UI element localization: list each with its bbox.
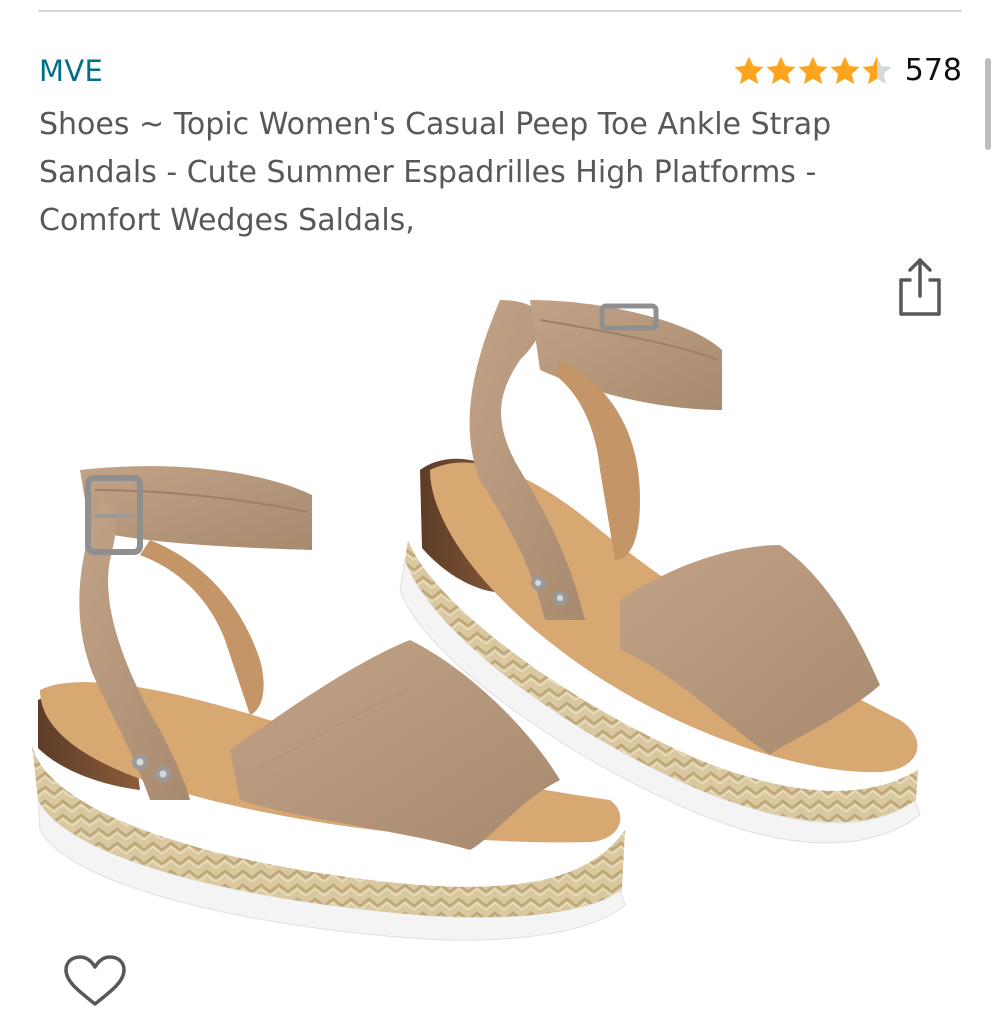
rating-count[interactable]: 578 [905,53,962,88]
heart-outline-icon [64,955,126,1006]
brand-link[interactable]: MVE [39,54,103,88]
product-image[interactable] [0,280,1000,950]
scrollbar-thumb[interactable] [985,58,991,150]
stars-icon [734,56,892,84]
star-rating [733,55,893,87]
top-divider [38,10,962,12]
sandals-image [32,300,921,941]
rating-summary[interactable]: 578 [733,53,962,88]
wishlist-button[interactable] [62,954,128,1010]
product-title: Shoes ~ Topic Women's Casual Peep Toe An… [39,107,832,238]
